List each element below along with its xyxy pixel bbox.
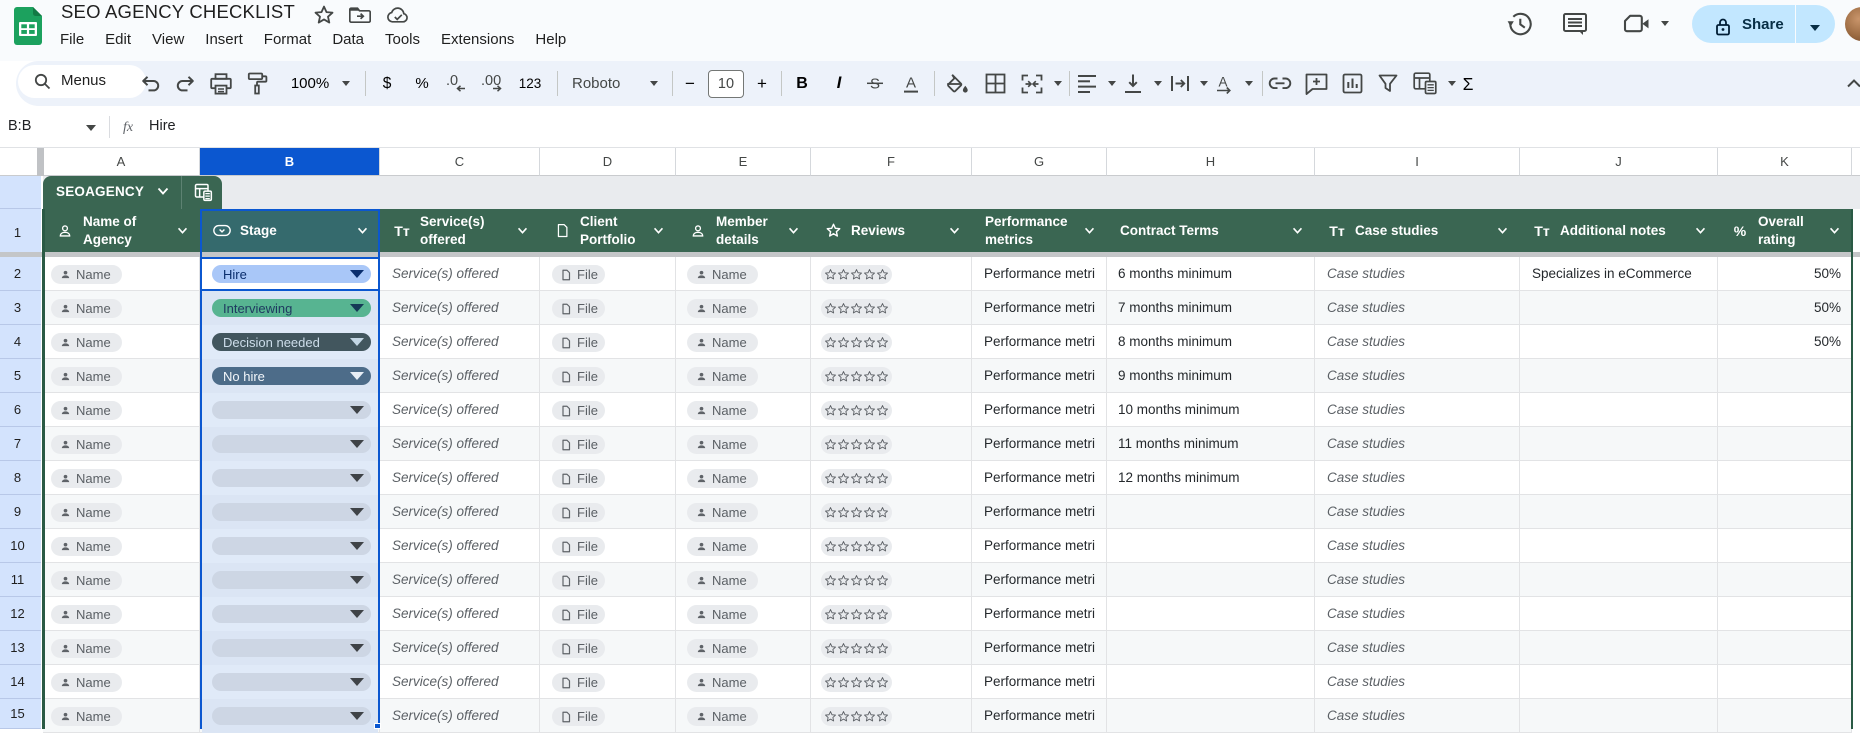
svg-text:fx: fx (123, 120, 134, 135)
svg-text:A: A (906, 74, 916, 91)
svg-text:A: A (1218, 74, 1227, 89)
svg-text:.0: .0 (446, 74, 458, 89)
